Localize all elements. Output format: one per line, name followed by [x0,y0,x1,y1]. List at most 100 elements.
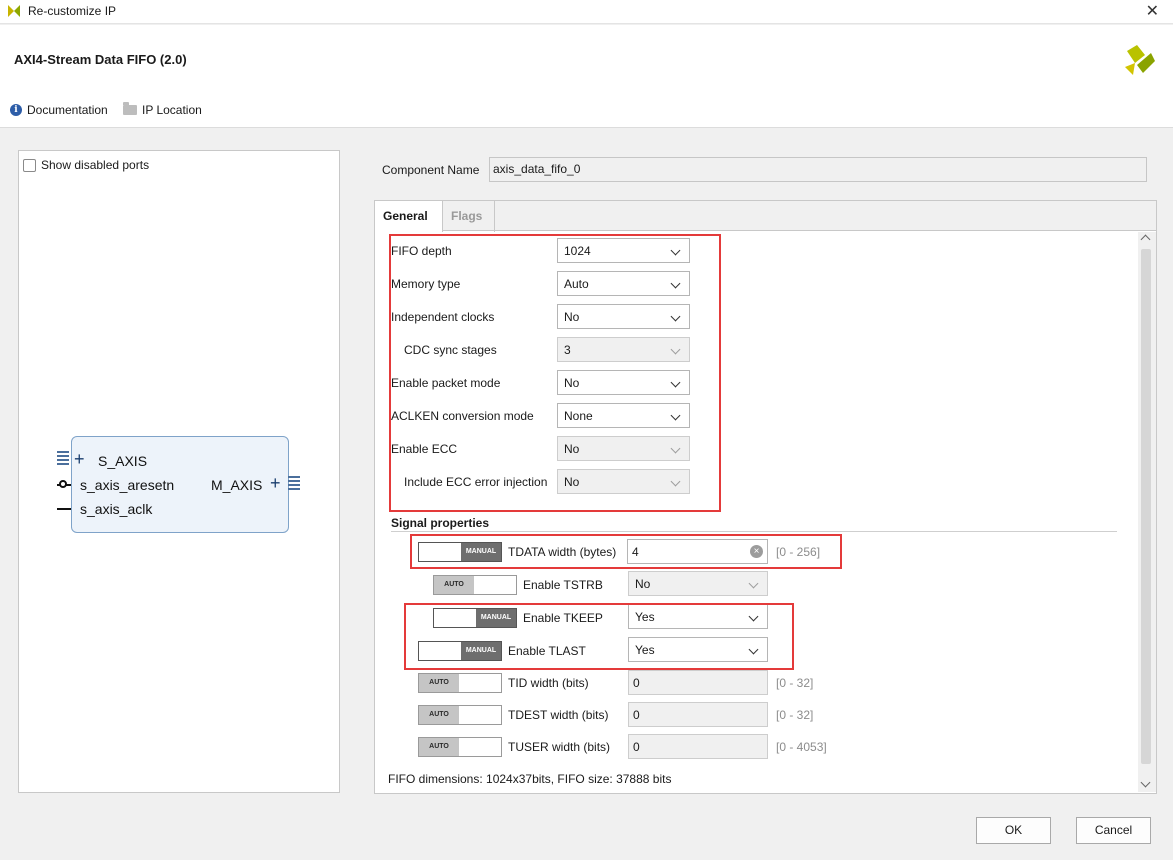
vivado-logo-icon [8,5,20,17]
enable-ecc-select: No [557,436,690,461]
enable-ecc-label: Enable ECC [391,442,458,456]
aclken-mode-select[interactable]: None [557,403,690,428]
chevron-down-icon [748,611,759,622]
aclken-mode-value: None [564,409,593,423]
memory-type-label: Memory type [391,277,461,291]
tid-width-input: 0 [628,670,768,695]
clear-input-icon[interactable]: × [750,545,763,558]
tkeep-label: Enable TKEEP [523,611,603,625]
documentation-link[interactable]: i Documentation [10,103,108,117]
tlast-label: Enable TLAST [508,644,586,658]
tdata-width-input[interactable]: 4 × [627,539,768,564]
reset-pin-bubble-icon [59,480,67,488]
clock-pin-line [57,508,71,510]
close-icon[interactable]: ✕ [1146,1,1159,21]
fifo-dimensions-summary: FIFO dimensions: 1024x37bits, FIFO size:… [388,772,672,786]
show-disabled-ports-checkbox[interactable]: Show disabled ports [23,158,149,172]
ip-title: AXI4-Stream Data FIFO (2.0) [14,52,187,67]
tab-general[interactable]: General [375,201,443,232]
tuser-width-label: TUSER width (bits) [508,740,611,754]
tdata-width-label: TDATA width (bytes) [508,545,617,559]
bus-interface-icon [288,476,300,492]
ecc-injection-label: Include ECC error injection [404,475,548,489]
cdc-sync-stages-select: 3 [557,337,690,362]
tid-width-label: TID width (bits) [508,676,589,690]
window-titlebar: Re-customize IP ✕ [0,0,1173,24]
bus-interface-icon [57,451,69,467]
folder-icon [123,102,137,115]
tdest-width-label: TDEST width (bits) [508,708,609,722]
fifo-depth-label: FIFO depth [391,244,452,258]
independent-clocks-value: No [564,310,580,324]
info-icon: i [10,104,22,116]
tlast-value: Yes [635,643,655,657]
tid-range: [0 - 32] [776,676,814,690]
tdest-mode-toggle[interactable]: AUTO [418,705,502,725]
chevron-down-icon [748,578,759,589]
ecc-injection-value: No [564,475,580,489]
tdest-width-input: 0 [628,702,768,727]
scroll-thumb[interactable] [1141,249,1151,764]
section-divider [391,531,1117,532]
chevron-down-icon [670,377,681,388]
port-s-axis-aresetn: s_axis_aresetn [80,477,175,493]
chevron-down-icon [670,443,681,454]
tlast-mode-toggle[interactable]: MANUAL [418,641,502,661]
auto-knob: AUTO [419,706,459,724]
tab-flags[interactable]: Flags [443,201,495,232]
port-s-axis-aclk: s_axis_aclk [80,501,153,517]
cancel-button[interactable]: Cancel [1076,817,1151,844]
packet-mode-label: Enable packet mode [391,376,501,390]
xilinx-brand-icon [1125,45,1155,75]
ip-location-link[interactable]: IP Location [123,102,202,117]
manual-knob: MANUAL [476,609,516,627]
expand-plus-icon[interactable]: + [270,473,281,494]
tlast-select[interactable]: Yes [628,637,768,662]
auto-knob: AUTO [434,576,474,594]
port-m-axis: M_AXIS [211,477,263,493]
tid-mode-toggle[interactable]: AUTO [418,673,502,693]
tstrb-label: Enable TSTRB [523,578,603,592]
ok-button[interactable]: OK [976,817,1051,844]
tkeep-mode-toggle[interactable]: MANUAL [433,608,517,628]
chevron-down-icon [670,278,681,289]
tuser-width-input: 0 [628,734,768,759]
independent-clocks-select[interactable]: No [557,304,690,329]
chevron-down-icon [670,344,681,355]
scroll-down-icon[interactable] [1140,777,1151,788]
tkeep-select[interactable]: Yes [628,604,768,629]
fifo-depth-select[interactable]: 1024 [557,238,690,263]
expand-plus-icon[interactable]: + [74,449,85,470]
memory-type-select[interactable]: Auto [557,271,690,296]
tstrb-mode-toggle[interactable]: AUTO [433,575,517,595]
tstrb-value: No [635,577,651,591]
chevron-down-icon [670,476,681,487]
component-name-field[interactable]: axis_data_fifo_0 [489,157,1147,182]
memory-type-value: Auto [564,277,589,291]
vertical-scrollbar[interactable] [1138,232,1156,792]
independent-clocks-label: Independent clocks [391,310,495,324]
ip-symbol-panel: Show disabled ports S_AXIS s_axis_areset… [18,150,340,793]
ip-location-label: IP Location [142,103,202,117]
tdata-range: [0 - 256] [776,545,821,559]
auto-knob: AUTO [419,674,459,692]
documentation-label: Documentation [27,103,108,117]
tuser-mode-toggle[interactable]: AUTO [418,737,502,757]
packet-mode-select[interactable]: No [557,370,690,395]
chevron-down-icon [748,644,759,655]
ip-block-symbol: S_AXIS s_axis_aresetn s_axis_aclk M_AXIS… [71,436,289,533]
ecc-injection-select: No [557,469,690,494]
window-title: Re-customize IP [28,4,117,18]
tdata-mode-toggle[interactable]: MANUAL [418,542,502,562]
ip-header: AXI4-Stream Data FIFO (2.0) i Documentat… [0,25,1173,128]
chevron-down-icon [670,410,681,421]
component-name-label: Component Name [382,163,480,177]
scroll-up-icon[interactable] [1140,234,1151,245]
tkeep-value: Yes [635,610,655,624]
enable-ecc-value: No [564,442,580,456]
tstrb-select: No [628,571,768,596]
checkbox-box[interactable] [23,158,36,172]
signal-properties-title: Signal properties [391,516,490,530]
packet-mode-value: No [564,376,580,390]
manual-knob: MANUAL [461,543,501,561]
